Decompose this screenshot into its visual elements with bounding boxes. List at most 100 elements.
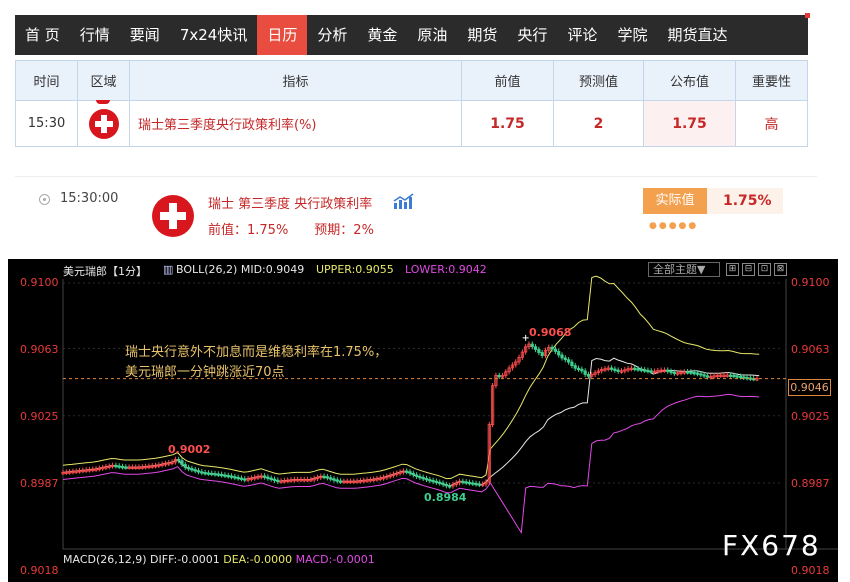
ytick-right: 0.9100 [791, 276, 830, 289]
candle [563, 357, 567, 361]
candle [210, 472, 214, 476]
col-region: 区域 [77, 60, 130, 101]
nav-item[interactable]: 行情 [70, 15, 120, 55]
col-previous: 前值 [461, 60, 554, 101]
candle [613, 368, 617, 371]
candle [576, 367, 581, 371]
row-forecast: 2 [553, 100, 644, 147]
ytick-left: 0.9100 [20, 276, 59, 289]
fit-icon[interactable]: ⊡ [758, 263, 771, 276]
candle [570, 361, 574, 366]
candle [464, 481, 468, 484]
ytick-right: 0.8987 [791, 477, 830, 490]
theme-dropdown[interactable]: 全部主题▼ [648, 262, 720, 277]
col-time: 时间 [15, 60, 78, 101]
candle [533, 346, 538, 350]
candle [705, 375, 710, 378]
candle [325, 476, 329, 479]
candle [616, 369, 620, 372]
candle [220, 473, 224, 477]
col-actual: 公布值 [643, 60, 736, 101]
candle [567, 359, 571, 363]
nav-item[interactable]: 央行 [507, 15, 557, 55]
candle [497, 374, 501, 378]
price-chart[interactable]: 美元瑞郎【1分】 ▥ BOLL(26,2) MID:0.9049 UPPER:0… [8, 259, 838, 582]
candle [213, 473, 217, 476]
fullscreen-icon[interactable]: ⊠ [774, 263, 787, 276]
nav-item[interactable]: 分析 [307, 15, 357, 55]
candle [120, 465, 125, 469]
candle [685, 371, 690, 374]
candle [424, 477, 429, 481]
row-importance: 高 [735, 100, 808, 147]
candle [236, 476, 240, 480]
nav-item[interactable]: 原油 [407, 15, 457, 55]
actual-label: 实际值 [643, 188, 707, 214]
candle [266, 476, 270, 479]
candle [560, 354, 564, 359]
event-previous-forecast: 前值：1.75% 预期：2% [208, 223, 374, 238]
row-region [77, 100, 130, 147]
candle [728, 374, 733, 377]
candle [183, 464, 187, 468]
row-previous: 1.75 [461, 100, 554, 147]
col-indicator: 指标 [129, 60, 462, 101]
prev-row-flag-edge [96, 100, 110, 104]
ytick-left: 0.9018 [20, 564, 59, 577]
candle [474, 482, 478, 486]
candle [262, 475, 267, 478]
table-row[interactable]: 15:30 瑞士第三季度央行政策利率(%) 1.75 2 1.75 高 [15, 100, 808, 147]
candle [206, 472, 211, 475]
candle [190, 468, 194, 471]
candle [411, 472, 415, 476]
radio-icon[interactable] [39, 194, 50, 205]
nav-item[interactable]: 黄金 [357, 15, 407, 55]
zoom-in-icon[interactable]: ⊞ [726, 263, 739, 276]
current-price-label: 0.9046 [788, 379, 831, 396]
candle [329, 477, 333, 480]
nav-item[interactable]: 日历 [257, 15, 308, 55]
swiss-flag-icon [152, 195, 194, 237]
candle [177, 459, 181, 462]
calendar-table: 时间 区域 指标 前值 预测值 公布值 重要性 15:30 瑞士第三季度央行政策… [15, 60, 808, 147]
macd-label: MACD(26,12,9) [63, 553, 147, 566]
candle [471, 482, 475, 485]
nav-item[interactable]: 期货 [457, 15, 507, 55]
candle [415, 474, 419, 477]
nav-item[interactable]: 评论 [557, 15, 607, 55]
candle [200, 471, 204, 474]
candle [735, 375, 739, 378]
nav-item[interactable]: 学院 [607, 15, 657, 55]
boll-icon: ▥ [163, 263, 174, 276]
candle [646, 369, 650, 373]
nav-item[interactable]: 要闻 [120, 15, 170, 55]
nav-item[interactable]: 首 页 [15, 15, 70, 55]
ytick-left: 0.8987 [20, 477, 59, 490]
candle [186, 467, 191, 470]
trend-chart-icon[interactable] [393, 193, 415, 209]
event-time: 15:30:00 [60, 191, 119, 206]
candle [196, 470, 201, 473]
candle [418, 475, 422, 479]
zoom-out-icon[interactable]: ⊟ [742, 263, 755, 276]
nav-item[interactable]: 7x24快讯 [170, 15, 258, 55]
candle [583, 370, 587, 375]
nav-corner-mark [805, 13, 810, 18]
nav-item[interactable]: 期货直达 [657, 15, 737, 55]
candle [233, 476, 237, 479]
actual-value: 1.75% [723, 193, 772, 209]
event-title[interactable]: 瑞士 第三季度 央行政策利率 [208, 193, 372, 212]
candlestick-plot [61, 275, 838, 550]
row-indicator[interactable]: 瑞士第三季度央行政策利率(%) [129, 100, 462, 147]
candle [322, 475, 326, 479]
candle [216, 473, 220, 476]
chart-symbol: 美元瑞郎【1分】 [63, 265, 147, 278]
boll-upper: UPPER:0.9055 [316, 263, 394, 276]
candle [193, 469, 197, 472]
candle [669, 370, 673, 374]
macd-dea: DEA:-0.0000 [223, 553, 293, 566]
candle [335, 479, 339, 482]
candle [243, 478, 247, 481]
high-label: 0.9002 [168, 443, 211, 456]
macd-diff: DIFF:-0.0001 [150, 553, 220, 566]
